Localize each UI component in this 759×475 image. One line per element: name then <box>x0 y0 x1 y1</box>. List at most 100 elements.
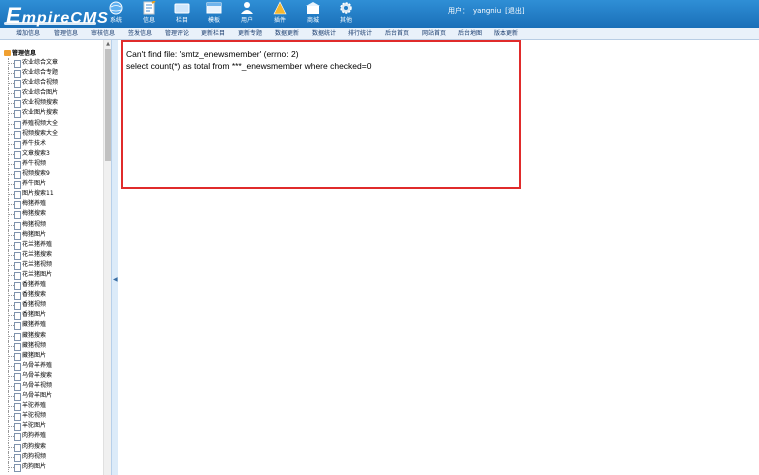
tree-item[interactable]: 养牛视频 <box>0 158 103 169</box>
document-icon <box>14 362 21 371</box>
globe-icon <box>109 1 123 15</box>
subnav-admin-home[interactable]: 后台首页 <box>385 29 409 38</box>
nav-template[interactable]: 模板 <box>199 0 229 28</box>
tree-item[interactable]: 花兰猪养殖 <box>0 239 103 250</box>
document-icon <box>14 282 21 291</box>
nav-shop[interactable]: 商城 <box>298 0 328 28</box>
nav-other[interactable]: 其他 <box>331 0 361 28</box>
document-icon <box>14 90 21 99</box>
tree-item[interactable]: 藏猪搜索 <box>0 330 103 341</box>
subnav-site-home[interactable]: 网站首页 <box>422 29 446 38</box>
tree-item[interactable]: 香猪视频 <box>0 300 103 311</box>
nav-label: 模板 <box>207 17 220 24</box>
tree-item[interactable]: 养牛图片 <box>0 179 103 190</box>
tree-item[interactable]: 香猪搜索 <box>0 290 103 301</box>
document-icon <box>14 372 21 381</box>
document-icon <box>14 110 21 119</box>
tree-item[interactable]: 农业综合视频 <box>0 78 103 89</box>
tree-item-label: 农业综合专题 <box>22 69 59 77</box>
document-icon <box>14 70 21 79</box>
subnav-manage-info[interactable]: 管理信息 <box>54 29 78 38</box>
tree-item[interactable]: 梅猪养殖 <box>0 199 103 210</box>
tree-item[interactable]: 梅猪视频 <box>0 219 103 230</box>
document-icon <box>14 413 21 422</box>
tree-item[interactable]: 羊驼图片 <box>0 421 103 432</box>
nav-label: 栏目 <box>175 17 188 24</box>
tree-item[interactable]: 文章搜索3 <box>0 148 103 159</box>
tree-item[interactable]: 肉狗图片 <box>0 461 103 472</box>
tree-item[interactable]: 肉狗搜索 <box>0 441 103 452</box>
tree-root-label: 管理信息 <box>12 50 37 57</box>
tree-root[interactable]: 管理信息 <box>4 49 36 58</box>
logout-link[interactable]: [退出] <box>505 7 524 15</box>
tree-item[interactable]: 羊驼视频 <box>0 411 103 422</box>
tree-item-label: 肉狗视频 <box>22 452 47 460</box>
document-icon <box>14 332 21 341</box>
tree-item[interactable]: 香猪养殖 <box>0 280 103 291</box>
document-icon <box>14 261 21 270</box>
tree-item[interactable]: 梅猪图片 <box>0 229 103 240</box>
nav-label: 商城 <box>306 17 319 24</box>
tree-item-label: 养牛视频 <box>22 159 47 167</box>
tree-item[interactable]: 农业综合文章 <box>0 58 103 68</box>
subnav-review-info[interactable]: 审核信息 <box>91 29 115 38</box>
tree-item[interactable]: 视频搜索大全 <box>0 128 103 139</box>
tree-item[interactable]: 乌骨羊搜索 <box>0 370 103 381</box>
subnav-admin-map[interactable]: 后台地图 <box>458 29 482 38</box>
nav-info[interactable]: 信息 <box>134 0 164 28</box>
tree-item[interactable]: 梅猪搜索 <box>0 209 103 220</box>
document-icon <box>14 292 21 301</box>
tree-item[interactable]: 藏猪图片 <box>0 350 103 361</box>
tree-item[interactable]: 视频搜索9 <box>0 169 103 180</box>
tree-item[interactable]: 图片搜索11 <box>0 189 103 200</box>
tree-item[interactable]: 肉狗视频 <box>0 451 103 462</box>
tree-list: 农业综合文章 农业综合专题 农业综合视频 农业综合图片 农业视频搜索 农业图片搜索 养殖视频… <box>0 58 103 472</box>
document-icon <box>14 100 21 109</box>
tree-item[interactable]: 藏猪视频 <box>0 340 103 351</box>
document-icon <box>14 120 21 129</box>
subnav-rank-stats[interactable]: 排行统计 <box>348 29 372 38</box>
tree-item[interactable]: 花兰猪视频 <box>0 259 103 270</box>
nav-plugin[interactable]: 插件 <box>265 0 295 28</box>
subnav-update-column[interactable]: 更新栏目 <box>201 29 225 38</box>
subnav-version-update[interactable]: 版本更新 <box>494 29 518 38</box>
subnav-data-stats[interactable]: 数据统计 <box>312 29 336 38</box>
nav-user[interactable]: 用户 <box>232 0 262 28</box>
nav-column[interactable]: 栏目 <box>167 0 197 28</box>
subnav-add-info[interactable]: 增加信息 <box>16 29 40 38</box>
tree-item[interactable]: 乌骨羊图片 <box>0 391 103 402</box>
document-icon <box>14 251 21 260</box>
document-icon <box>14 211 21 220</box>
tree-item[interactable]: 乌骨羊视频 <box>0 381 103 391</box>
tree-item[interactable]: 养牛技术 <box>0 138 103 149</box>
tree-item-label: 花兰猪图片 <box>22 270 53 278</box>
tree-item[interactable]: 羊驼养殖 <box>0 401 103 412</box>
tree-item[interactable]: 乌骨羊养殖 <box>0 360 103 371</box>
tree-item[interactable]: 藏猪养殖 <box>0 320 103 331</box>
tree-item-label: 花兰猪养殖 <box>22 240 53 248</box>
collapse-arrow-icon[interactable]: ◀ <box>113 276 118 283</box>
tree-item[interactable]: 农业综合图片 <box>0 88 103 99</box>
tree-item-label: 羊驼图片 <box>22 422 47 430</box>
tree-item-label: 农业视频搜索 <box>22 99 59 107</box>
nav-system[interactable]: 系统 <box>101 0 131 28</box>
tree-item[interactable]: 农业综合专题 <box>0 68 103 79</box>
shop-icon <box>306 2 320 14</box>
document-icon <box>14 423 21 432</box>
subnav-sign-info[interactable]: 签发信息 <box>128 29 152 38</box>
tree-item[interactable]: 花兰猪图片 <box>0 269 103 280</box>
puzzle-icon <box>273 1 287 15</box>
tree-item[interactable]: 肉狗养殖 <box>0 431 103 442</box>
tree-item[interactable]: 养殖视频大全 <box>0 118 103 129</box>
tree-item[interactable]: 农业图片搜索 <box>0 108 103 119</box>
tree-item[interactable]: 香猪图片 <box>0 310 103 321</box>
tree-item-label: 养牛图片 <box>22 180 47 188</box>
tree-item[interactable]: 农业视频搜索 <box>0 98 103 109</box>
tree-item[interactable]: 花兰猪搜索 <box>0 249 103 260</box>
subnav-data-update[interactable]: 数据更新 <box>275 29 299 38</box>
tree-item-label: 香猪养殖 <box>22 281 47 289</box>
tree-item-label: 羊驼养殖 <box>22 402 47 410</box>
folder-icon <box>174 3 190 14</box>
subnav-update-topic[interactable]: 更新专题 <box>238 29 262 38</box>
subnav-manage-comments[interactable]: 管理评论 <box>165 29 189 38</box>
